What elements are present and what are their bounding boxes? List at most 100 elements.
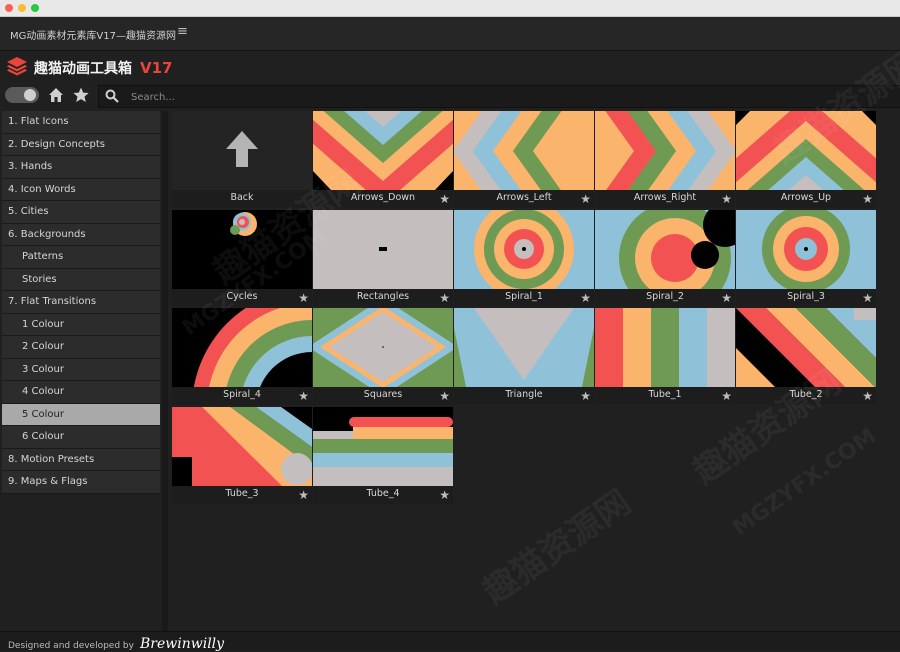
favorite-star-icon[interactable]: ★: [439, 192, 450, 206]
window-titlebar: [0, 0, 900, 17]
favorite-star-icon[interactable]: ★: [298, 291, 309, 305]
home-icon[interactable]: [47, 86, 65, 104]
thumbnail-label: Tube_4: [366, 487, 400, 499]
sidebar-item[interactable]: 9. Maps & Flags: [2, 471, 160, 494]
thumbnail-preview: [172, 406, 312, 486]
brand-name: 趣猫动画工具箱: [34, 61, 132, 77]
thumbnail-preview: [595, 111, 735, 190]
toggle-knob: [24, 89, 36, 101]
thumbnail-label: Triangle: [505, 389, 543, 400]
favorite-star-icon[interactable]: ★: [580, 291, 591, 305]
sidebar-item[interactable]: 4 Colour: [2, 381, 160, 404]
category-sidebar: 1. Flat Icons 2. Design Concepts 3. Hands 4…: [2, 111, 160, 631]
sidebar-item[interactable]: 3 Colour: [2, 358, 160, 381]
sidebar-item[interactable]: 2. Design Concepts: [2, 133, 160, 156]
thumbnail-tile[interactable]: Arrows_Left ★: [454, 111, 594, 208]
thumbnail-tile[interactable]: Tube_4 ★: [313, 406, 453, 504]
sidebar-item[interactable]: 7. Flat Transitions: [2, 291, 160, 314]
thumbnail-label: Back: [230, 192, 254, 203]
thumbnail-label: Tube_2: [789, 389, 823, 400]
thumbnail-preview: [172, 308, 312, 387]
panel-menu-icon[interactable]: ≡: [177, 24, 188, 39]
thumbnail-label: Arrows_Right: [633, 192, 697, 203]
thumbnail-preview: [595, 209, 735, 289]
thumbnail-label: Squares: [363, 389, 403, 400]
favorite-star-icon[interactable]: ★: [721, 389, 732, 403]
favorite-star-icon[interactable]: ★: [721, 192, 732, 206]
sidebar-item[interactable]: Patterns: [2, 246, 160, 269]
thumbnail-preview: [736, 111, 876, 190]
sidebar-item[interactable]: 5 Colour: [2, 403, 160, 426]
zoom-window-button[interactable]: [31, 4, 39, 12]
view-toggle[interactable]: [5, 87, 39, 103]
thumbnail-tile[interactable]: Arrows_Right ★: [595, 111, 735, 208]
sidebar-item[interactable]: 8. Motion Presets: [2, 448, 160, 471]
thumbnail-preview: [454, 111, 594, 190]
thumbnail-grid: Back Arrows_Down ★ Arrows_Left ★ Arrows_Ri…: [172, 111, 878, 511]
thumbnail-preview: [736, 308, 876, 387]
favorite-star-icon[interactable]: ★: [862, 389, 873, 403]
thumbnail-tile[interactable]: Squares ★: [313, 308, 453, 405]
thumbnail-tile[interactable]: Tube_1 ★: [595, 308, 735, 405]
brand-version: V17: [140, 59, 173, 77]
thumbnail-label: Tube_3: [225, 487, 259, 499]
minimize-window-button[interactable]: [18, 4, 26, 12]
sidebar-item[interactable]: 1. Flat Icons: [2, 111, 160, 134]
thumbnail-tile[interactable]: Triangle ★: [454, 308, 594, 405]
favorite-star-icon[interactable]: ★: [721, 291, 732, 305]
sidebar-item[interactable]: 2 Colour: [2, 336, 160, 359]
thumbnail-label: Spiral_2: [646, 290, 684, 302]
panel-splitter[interactable]: [162, 111, 168, 631]
thumbnail-preview: [313, 406, 453, 486]
thumbnail-tile[interactable]: Spiral_1 ★: [454, 209, 594, 307]
sidebar-item[interactable]: 4. Icon Words: [2, 178, 160, 201]
sidebar-item[interactable]: Stories: [2, 268, 160, 291]
favorite-star-icon[interactable]: ★: [298, 389, 309, 403]
thumbnail-tile[interactable]: Back: [172, 111, 312, 208]
sidebar-item[interactable]: 1 Colour: [2, 313, 160, 336]
favorite-star-icon[interactable]: ★: [580, 389, 591, 403]
stack-logo-icon: [7, 57, 27, 76]
thumbnail-label: Arrows_Up: [780, 192, 832, 203]
thumbnail-label: Arrows_Down: [350, 192, 416, 203]
thumbnail-tile[interactable]: Spiral_3 ★: [736, 209, 876, 307]
thumbnail-tile[interactable]: Cycles ★: [172, 209, 312, 307]
thumbnail-label: Cycles: [226, 290, 258, 302]
favorite-star-icon[interactable]: ★: [862, 192, 873, 206]
thumbnail-tile[interactable]: Spiral_4 ★: [172, 308, 312, 405]
brand-title: 趣猫动画工具箱 V17: [34, 58, 172, 78]
thumbnail-preview: [454, 209, 594, 289]
favorite-star-icon[interactable]: ★: [862, 291, 873, 305]
thumbnail-preview: [313, 209, 453, 289]
thumbnail-preview: [172, 111, 312, 190]
favorite-star-icon[interactable]: ★: [439, 389, 450, 403]
thumbnail-preview: [595, 308, 735, 387]
sidebar-item[interactable]: 6. Backgrounds: [2, 223, 160, 246]
thumbnail-tile[interactable]: Arrows_Up ★: [736, 111, 876, 208]
thumbnail-label: Spiral_4: [223, 389, 261, 400]
thumbnail-tile[interactable]: Rectangles ★: [313, 209, 453, 307]
thumbnail-tile[interactable]: Arrows_Down ★: [313, 111, 453, 208]
favorite-star-icon[interactable]: ★: [439, 291, 450, 305]
sidebar-item[interactable]: 3. Hands: [2, 156, 160, 179]
favorite-star-icon[interactable]: ★: [298, 488, 309, 502]
thumbnail-label: Tube_1: [648, 389, 682, 400]
favorites-star-icon[interactable]: [72, 86, 90, 104]
thumbnail-label: Spiral_1: [505, 290, 543, 302]
footer: Designed and developed by Brewinwilly: [0, 631, 900, 652]
search-input[interactable]: [129, 87, 833, 107]
favorite-star-icon[interactable]: ★: [439, 488, 450, 502]
thumbnail-preview: [454, 308, 594, 387]
sidebar-item[interactable]: 6 Colour: [2, 426, 160, 449]
close-window-button[interactable]: [5, 4, 13, 12]
thumbnail-tile[interactable]: Spiral_2 ★: [595, 209, 735, 307]
thumbnail-tile[interactable]: Tube_2 ★: [736, 308, 876, 405]
thumbnail-tile[interactable]: Tube_3 ★: [172, 406, 312, 504]
sidebar-item[interactable]: 5. Cities: [2, 201, 160, 224]
favorite-star-icon[interactable]: ★: [580, 192, 591, 206]
panel-title: MG动画素材元素库V17—趣猫资源网: [10, 31, 176, 42]
thumbnail-preview: [736, 209, 876, 289]
thumbnail-preview: [313, 111, 453, 190]
thumbnail-label: Arrows_Left: [496, 192, 552, 203]
search-bar: [98, 85, 900, 108]
